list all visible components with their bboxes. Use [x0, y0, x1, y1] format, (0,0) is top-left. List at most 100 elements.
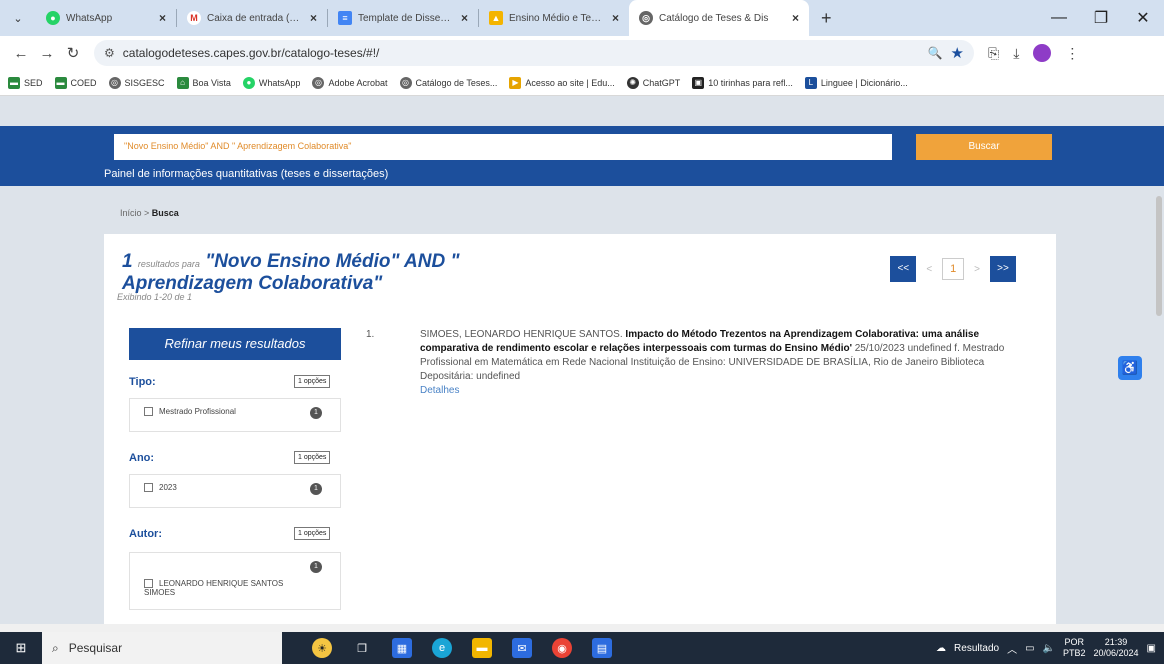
facet-item-label: LEONARDO HENRIQUE SANTOS SIMOES: [144, 579, 284, 598]
tray-chevron-icon[interactable]: ︿: [1007, 641, 1017, 656]
facet-tipo-item[interactable]: Mestrado Profissional 1: [129, 398, 341, 432]
bookmark-sisgesc[interactable]: ◎ SISGESC: [108, 76, 165, 89]
facet-autor-options[interactable]: 1 opções: [294, 527, 331, 540]
new-tab-icon[interactable]: +: [809, 8, 844, 29]
close-window-icon[interactable]: ✕: [1122, 8, 1164, 28]
accessibility-icon[interactable]: ♿: [1118, 356, 1142, 380]
close-tab-icon[interactable]: ×: [612, 11, 619, 25]
results-panel: 1 resultados para "Novo Ensino Médio" AN…: [104, 234, 1056, 624]
reload-icon[interactable]: ↻: [60, 44, 86, 62]
language-indicator[interactable]: POR PTB2: [1063, 637, 1086, 659]
details-link[interactable]: Detalhes: [420, 384, 1030, 398]
close-tab-icon[interactable]: ×: [310, 11, 317, 25]
file-explorer-icon[interactable]: ▬: [472, 638, 492, 658]
address-bar[interactable]: ⚙ catalogodeteses.capes.gov.br/catalogo-…: [94, 40, 974, 66]
weather-icon[interactable]: ☁: [936, 643, 946, 654]
bookmark-star-icon[interactable]: ★: [951, 44, 964, 62]
first-page-button[interactable]: <<: [890, 256, 917, 282]
whatsapp-icon: ●: [46, 11, 60, 25]
download-icon[interactable]: ⤓: [1013, 45, 1019, 62]
painel-link[interactable]: Painel de informações quantitativas (tes…: [104, 168, 388, 180]
bookmark-label: Acesso ao site | Edu...: [525, 77, 615, 88]
bookmarks-bar: ▬ SED ▬ COED ◎ SISGESC ⌂ Boa Vista ● WhatsApp…: [0, 70, 1164, 96]
weather-label[interactable]: Resultado: [954, 643, 999, 654]
network-icon[interactable]: ▭: [1025, 643, 1034, 654]
windows-start-icon[interactable]: ⊞: [0, 640, 42, 656]
profile-avatar[interactable]: [1033, 44, 1052, 62]
search-highlight-icon[interactable]: ☀: [312, 638, 332, 658]
edge-icon[interactable]: e: [432, 638, 452, 658]
checkbox[interactable]: [144, 483, 153, 493]
current-page[interactable]: 1: [942, 258, 965, 280]
breadcrumb-home[interactable]: Início: [120, 208, 142, 218]
maximize-icon[interactable]: ❐: [1080, 8, 1122, 28]
horizontal-scrollbar[interactable]: [0, 624, 1164, 632]
bookmark-icon: ▣: [692, 76, 705, 89]
bookmark-label: Boa Vista: [192, 77, 231, 88]
bookmark-catalogo[interactable]: ◎ Catálogo de Teses...: [399, 76, 497, 89]
pagination: << < 1 > >>: [890, 256, 1016, 282]
forward-icon[interactable]: →: [34, 45, 60, 62]
facet-autor-item[interactable]: LEONARDO HENRIQUE SANTOS SIMOES 1: [129, 552, 341, 610]
bookmark-label: 10 tirinhas para refl...: [708, 77, 793, 88]
facet-tipo-options[interactable]: 1 opções: [294, 375, 331, 388]
whatsapp-icon: ●: [242, 76, 255, 89]
clock[interactable]: 21:39 20/06/2024: [1094, 637, 1139, 659]
close-tab-icon[interactable]: ×: [159, 11, 166, 25]
tab-template[interactable]: ≡ Template de Dissertação ×: [328, 0, 478, 36]
globe-icon: ◎: [108, 76, 121, 89]
store-icon[interactable]: ▦: [392, 638, 412, 658]
breadcrumb-current: Busca: [151, 208, 179, 218]
tab-gmail[interactable]: M Caixa de entrada (172) - ×: [177, 0, 327, 36]
breadcrumb-separator: >: [141, 208, 152, 218]
bookmark-boa-vista[interactable]: ⌂ Boa Vista: [176, 76, 231, 89]
url-text[interactable]: catalogodeteses.capes.gov.br/catalogo-te…: [123, 46, 920, 60]
bookmark-sed[interactable]: ▬ SED: [8, 76, 43, 89]
tab-whatsapp[interactable]: ● WhatsApp ×: [36, 0, 176, 36]
chrome-icon[interactable]: ◉: [552, 638, 572, 658]
close-tab-icon[interactable]: ×: [792, 11, 799, 25]
bookmark-linguee[interactable]: L Linguee | Dicionário...: [804, 76, 908, 89]
lang-top: POR: [1064, 637, 1084, 647]
result-item: SIMOES, LEONARDO HENRIQUE SANTOS. Impact…: [420, 328, 1030, 398]
bookmark-tirinhas[interactable]: ▣ 10 tirinhas para refl...: [692, 76, 793, 89]
results-count: 1: [122, 251, 133, 272]
notification-icon[interactable]: ▣: [1147, 643, 1156, 654]
bookmark-adobe[interactable]: ◎ Adobe Acrobat: [312, 76, 388, 89]
site-settings-icon[interactable]: ⚙: [104, 46, 115, 60]
taskbar-search[interactable]: ⌕ Pesquisar: [42, 632, 282, 664]
tab-catalogo[interactable]: ◎ Catálogo de Teses & Dis ×: [629, 0, 809, 36]
app-icon[interactable]: ▤: [592, 638, 612, 658]
bookmark-whatsapp[interactable]: ● WhatsApp: [242, 76, 300, 89]
tab-search-chevron-icon[interactable]: ⌄: [0, 0, 36, 36]
mail-icon[interactable]: ✉: [512, 638, 532, 658]
refine-results-button[interactable]: Refinar meus resultados: [129, 328, 341, 360]
facet-item-label: 2023: [159, 483, 177, 492]
search-button[interactable]: Buscar: [916, 134, 1052, 160]
back-icon[interactable]: ←: [8, 45, 34, 62]
search-input[interactable]: "Novo Ensino Médio" AND " Aprendizagem C…: [114, 134, 892, 160]
bookmark-coed[interactable]: ▬ COED: [54, 76, 97, 89]
checkbox[interactable]: [144, 579, 153, 589]
next-page-button[interactable]: >: [974, 264, 980, 275]
facet-ano-item[interactable]: 2023 1: [129, 474, 341, 508]
minimize-icon[interactable]: —: [1038, 9, 1080, 27]
last-page-button[interactable]: >>: [990, 256, 1016, 282]
tab-title: WhatsApp: [66, 12, 113, 24]
checkbox[interactable]: [144, 407, 153, 417]
bookmark-chatgpt[interactable]: ✺ ChatGPT: [626, 76, 680, 89]
prev-page-button[interactable]: <: [926, 264, 932, 275]
menu-icon[interactable]: ⋮: [1065, 45, 1079, 62]
bookmark-label: Adobe Acrobat: [328, 77, 388, 88]
zoom-icon[interactable]: 🔍: [928, 46, 943, 60]
close-tab-icon[interactable]: ×: [461, 11, 468, 25]
volume-icon[interactable]: 🔈: [1043, 643, 1055, 654]
vertical-scrollbar[interactable]: [1156, 196, 1162, 316]
tab-drive[interactable]: ▲ Ensino Médio e Tecnolo ×: [479, 0, 629, 36]
bookmark-acesso[interactable]: ▶ Acesso ao site | Edu...: [509, 76, 615, 89]
facet-ano-options[interactable]: 1 opções: [294, 451, 331, 464]
extensions-icon[interactable]: ⎘: [988, 45, 999, 62]
search-icon: ⌕: [52, 640, 59, 655]
task-view-icon[interactable]: ❐: [352, 638, 372, 658]
time: 21:39: [1104, 637, 1128, 647]
